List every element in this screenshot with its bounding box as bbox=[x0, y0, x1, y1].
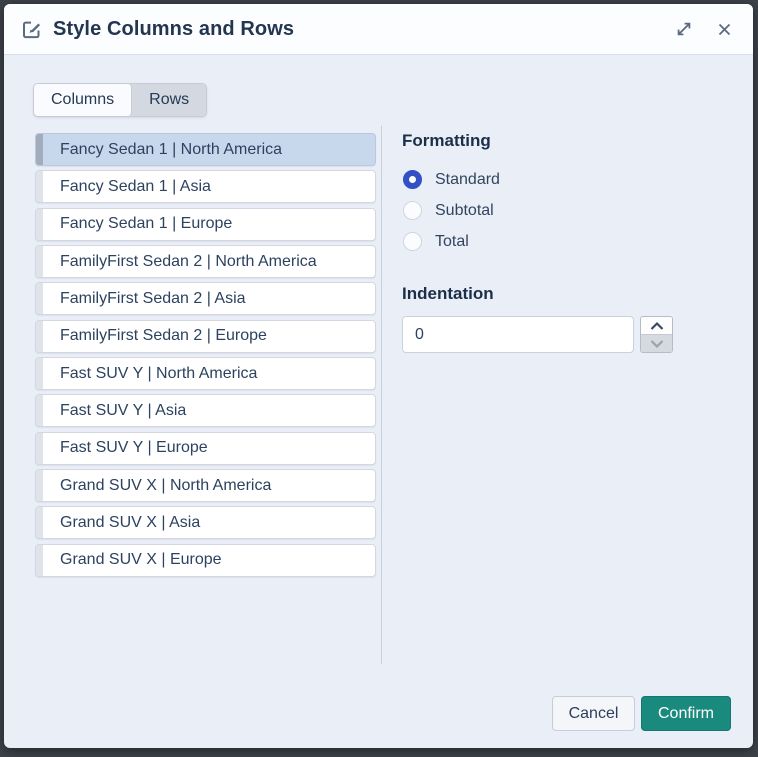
list-item-label: Grand SUV X | North America bbox=[43, 470, 375, 501]
list-item-label: Fancy Sedan 1 | North America bbox=[43, 134, 375, 165]
drag-handle-icon bbox=[36, 507, 43, 538]
list-item[interactable]: FamilyFirst Sedan 2 | North America bbox=[35, 245, 376, 278]
drag-handle-icon bbox=[36, 545, 43, 576]
list-item-label: FamilyFirst Sedan 2 | Europe bbox=[43, 321, 375, 352]
stepper-up-button[interactable] bbox=[641, 317, 672, 335]
confirm-button[interactable]: Confirm bbox=[641, 696, 731, 731]
tab-columns[interactable]: Columns bbox=[34, 84, 132, 116]
drag-handle-icon bbox=[36, 321, 43, 352]
list-item[interactable]: Fast SUV Y | North America bbox=[35, 357, 376, 390]
formatting-heading: Formatting bbox=[402, 131, 491, 151]
drag-handle-icon bbox=[36, 358, 43, 389]
indentation-heading: Indentation bbox=[402, 284, 494, 304]
tab-rows[interactable]: Rows bbox=[132, 84, 206, 116]
list-item[interactable]: Fancy Sedan 1 | North America bbox=[35, 133, 376, 166]
radio-unselected-icon[interactable] bbox=[403, 201, 422, 220]
drag-handle-icon bbox=[36, 246, 43, 277]
drag-handle-icon bbox=[36, 209, 43, 240]
radio-unselected-icon[interactable] bbox=[403, 232, 422, 251]
drag-handle-icon bbox=[36, 433, 43, 464]
list-item[interactable]: Grand SUV X | North America bbox=[35, 469, 376, 502]
chevron-down-icon bbox=[649, 339, 665, 349]
list-item-label: Fancy Sedan 1 | Asia bbox=[43, 171, 375, 202]
drag-handle-icon bbox=[36, 171, 43, 202]
list-item-label: Fast SUV Y | Europe bbox=[43, 433, 375, 464]
cancel-button[interactable]: Cancel bbox=[552, 696, 635, 731]
radio-selected-icon[interactable] bbox=[403, 170, 422, 189]
list-item-label: Fast SUV Y | North America bbox=[43, 358, 375, 389]
list-item[interactable]: FamilyFirst Sedan 2 | Europe bbox=[35, 320, 376, 353]
radio-dot bbox=[409, 176, 416, 183]
list-item[interactable]: Fancy Sedan 1 | Asia bbox=[35, 170, 376, 203]
column-row-list: Fancy Sedan 1 | North America Fancy Sedan… bbox=[35, 133, 376, 581]
formatting-radio-group: Standard Subtotal Total bbox=[403, 170, 500, 263]
expand-diagonal-icon[interactable] bbox=[674, 19, 694, 39]
dialog-title: Style Columns and Rows bbox=[53, 18, 674, 41]
list-item-label: Grand SUV X | Asia bbox=[43, 507, 375, 538]
list-item[interactable]: Fast SUV Y | Asia bbox=[35, 394, 376, 427]
close-icon[interactable] bbox=[716, 21, 733, 38]
radio-label: Standard bbox=[435, 171, 500, 189]
list-item-label: FamilyFirst Sedan 2 | Asia bbox=[43, 283, 375, 314]
list-item[interactable]: Fast SUV Y | Europe bbox=[35, 432, 376, 465]
list-item[interactable]: Grand SUV X | Europe bbox=[35, 544, 376, 577]
dialog-header: Style Columns and Rows bbox=[4, 4, 753, 55]
drag-handle-icon bbox=[36, 134, 43, 165]
chevron-up-icon bbox=[649, 321, 665, 331]
list-item[interactable]: Fancy Sedan 1 | Europe bbox=[35, 208, 376, 241]
drag-handle-icon bbox=[36, 470, 43, 501]
radio-option-standard[interactable]: Standard bbox=[403, 170, 500, 189]
list-item-label: Grand SUV X | Europe bbox=[43, 545, 375, 576]
radio-option-subtotal[interactable]: Subtotal bbox=[403, 201, 500, 220]
list-item[interactable]: Grand SUV X | Asia bbox=[35, 506, 376, 539]
drag-handle-icon bbox=[36, 283, 43, 314]
radio-option-total[interactable]: Total bbox=[403, 232, 500, 251]
radio-label: Total bbox=[435, 233, 469, 251]
list-item[interactable]: FamilyFirst Sedan 2 | Asia bbox=[35, 282, 376, 315]
list-item-label: Fast SUV Y | Asia bbox=[43, 395, 375, 426]
list-item-label: FamilyFirst Sedan 2 | North America bbox=[43, 246, 375, 277]
indentation-stepper bbox=[640, 316, 673, 353]
edit-note-icon bbox=[21, 19, 42, 40]
panel-divider bbox=[381, 126, 382, 664]
style-columns-rows-dialog: Style Columns and Rows ColumnsRows Fancy… bbox=[4, 4, 753, 748]
radio-label: Subtotal bbox=[435, 202, 494, 220]
list-item-label: Fancy Sedan 1 | Europe bbox=[43, 209, 375, 240]
stepper-down-button[interactable] bbox=[641, 335, 672, 352]
indentation-input[interactable] bbox=[402, 316, 634, 353]
drag-handle-icon bbox=[36, 395, 43, 426]
tab-group: ColumnsRows bbox=[33, 83, 207, 117]
